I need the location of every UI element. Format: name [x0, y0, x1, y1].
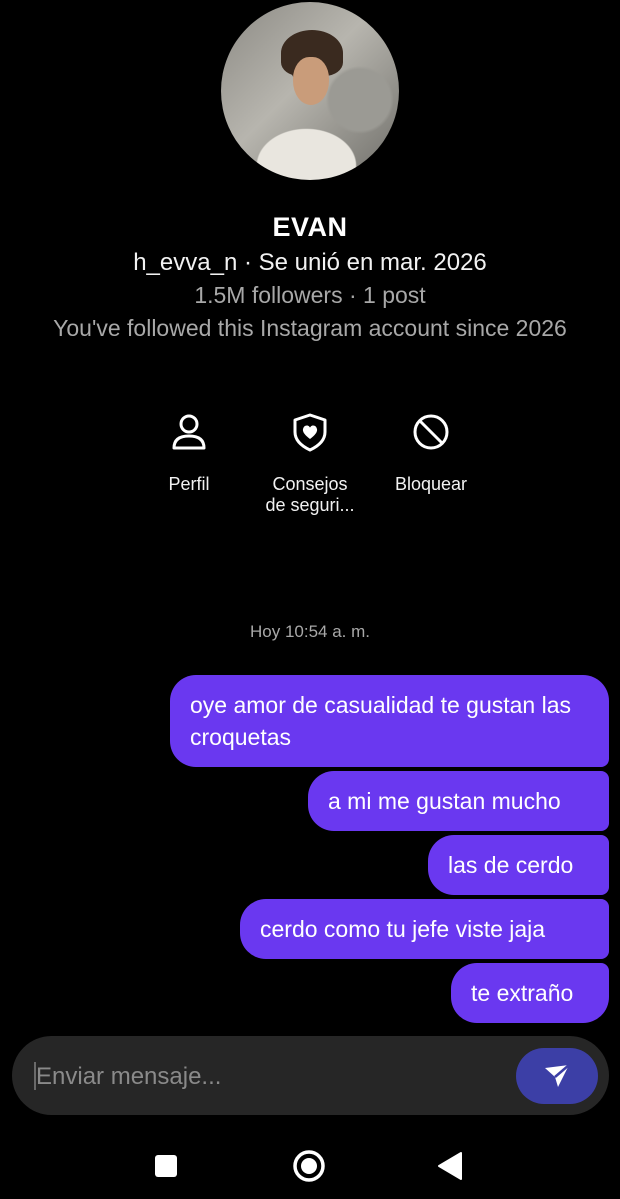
person-icon: [172, 414, 206, 450]
recents-icon[interactable]: [155, 1155, 177, 1177]
block-icon: [413, 414, 449, 450]
profile-avatar[interactable]: [221, 2, 399, 180]
message-bubble[interactable]: las de cerdo: [428, 835, 609, 895]
chat-timestamp: Hoy 10:54 a. m.: [249, 622, 370, 641]
message-bubble[interactable]: te extraño: [451, 963, 609, 1023]
message-bubble[interactable]: cerdo como tu jefe viste jaja: [240, 899, 609, 959]
back-icon[interactable]: [437, 1151, 463, 1181]
profile-handle-line: h_evva_n · Se unió en mar. 2026: [133, 249, 487, 276]
message-bubble[interactable]: a mi me gustan mucho: [308, 771, 609, 831]
send-button[interactable]: [516, 1048, 598, 1104]
profile-follow-since: You've followed this Instagram account s…: [53, 315, 567, 341]
block-button-label: Bloquear: [394, 474, 468, 494]
profile-name: EVAN: [272, 212, 348, 242]
shield-heart-icon: [293, 413, 327, 452]
safety-tips-label: Consejos de seguri...: [265, 474, 355, 515]
profile-button[interactable]: Perfil: [129, 410, 249, 495]
profile-button-label: Perfil: [168, 474, 210, 494]
message-text: oye amor de casualidad te gustan las cro…: [190, 692, 572, 750]
message-composer: [12, 1036, 609, 1115]
message-bubble[interactable]: oye amor de casualidad te gustan las cro…: [170, 675, 609, 767]
safety-tips-button[interactable]: Consejos de seguri...: [250, 410, 370, 516]
block-button[interactable]: Bloquear: [371, 410, 491, 495]
message-input[interactable]: [34, 1056, 498, 1098]
home-icon[interactable]: [292, 1149, 326, 1183]
send-icon: [545, 1064, 570, 1087]
message-text: las de cerdo: [448, 852, 574, 878]
message-text: cerdo como tu jefe viste jaja: [260, 916, 546, 942]
system-nav-bar: [0, 1130, 620, 1199]
message-text: a mi me gustan mucho: [328, 788, 561, 814]
profile-followers-line: 1.5M followers · 1 post: [194, 282, 426, 308]
message-text: te extraño: [471, 980, 574, 1006]
